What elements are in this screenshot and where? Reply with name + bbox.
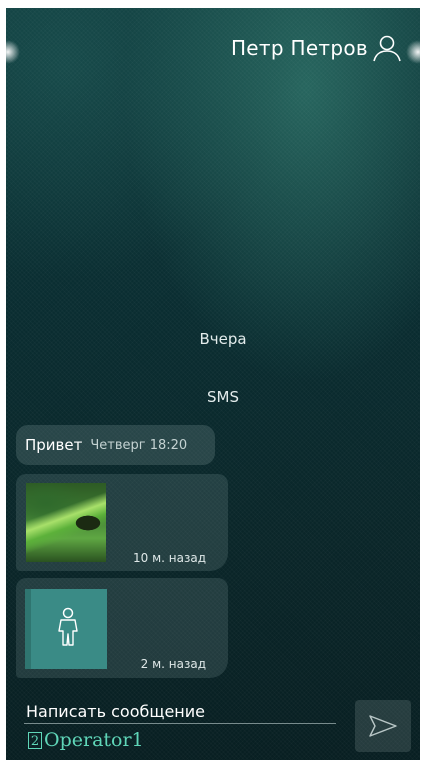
message-age: 10 м. назад (133, 551, 206, 565)
photo-message[interactable]: 10 м. назад (16, 474, 228, 571)
date-separator: Вчера (199, 330, 247, 348)
send-button[interactable] (355, 700, 411, 752)
contact-message[interactable]: 2 м. назад (16, 578, 228, 678)
contact-thumbnail[interactable] (25, 589, 107, 669)
message-age: 2 м. назад (140, 657, 206, 671)
send-icon (369, 715, 397, 737)
message-bubble[interactable]: Привет Четверг 18:20 (16, 425, 215, 465)
corner-glow-right (406, 40, 420, 64)
contact-name[interactable]: Петр Петров (231, 36, 368, 60)
message-input[interactable]: Написать сообщение (26, 702, 205, 721)
message-text: Привет (25, 436, 83, 454)
corner-glow-left (6, 40, 20, 64)
input-underline (24, 723, 336, 724)
operator-label: 2 Operator1 (28, 729, 144, 751)
message-time: Четверг 18:20 (90, 437, 188, 453)
person-icon (58, 607, 78, 646)
operator-badge: 2 (28, 731, 42, 749)
chat-screen: Петр Петров Вчера SMS Привет Четверг 18:… (6, 8, 420, 760)
photo-thumbnail[interactable] (26, 483, 106, 562)
channel-label: SMS (207, 388, 239, 406)
operator-name: Operator1 (44, 729, 144, 751)
user-icon[interactable] (372, 33, 402, 63)
